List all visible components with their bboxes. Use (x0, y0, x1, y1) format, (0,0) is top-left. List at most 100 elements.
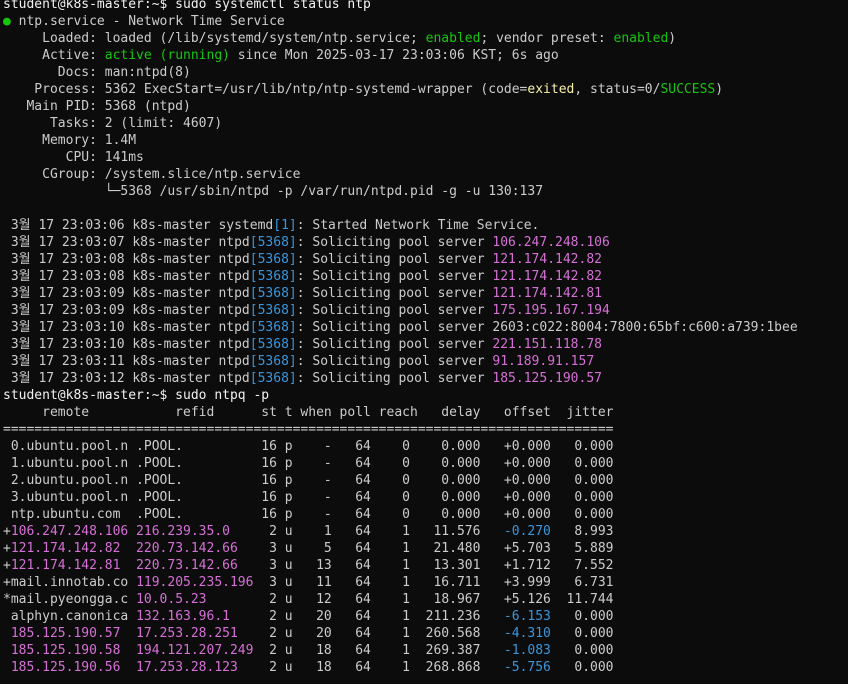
terminal-text: 2 u 1 64 1 11.576 (229, 524, 504, 539)
terminal-text: ntp.ubuntu.com .POOL. 16 p - 64 0 0.000 … (3, 507, 614, 522)
terminal-line: 185.125.190.58 194.121.207.249 2 u 18 64… (3, 642, 614, 659)
terminal-line: 3월 17 23:03:08 k8s-master ntpd[5368]: So… (3, 251, 602, 268)
terminal-text: 0.000 (550, 609, 614, 624)
terminal-text: ; vendor preset: (480, 31, 614, 46)
terminal-text: ntp.service - Network Time Service (10, 14, 285, 29)
terminal-text: alphyn.canonica (3, 609, 137, 624)
terminal-text: ● (3, 14, 11, 29)
terminal-text: 132.163.96.1 (136, 609, 230, 624)
terminal-line: 3월 17 23:03:06 k8s-master systemd[1]: St… (3, 217, 540, 234)
terminal-text: enabled (613, 31, 669, 46)
terminal-text: [5368] (249, 235, 297, 250)
terminal-text: , status=0/ (574, 82, 661, 97)
terminal-text: + (3, 524, 11, 539)
terminal-text: [5368] (249, 269, 297, 284)
terminal-line: 185.125.190.56 17.253.28.123 2 u 18 64 1… (3, 659, 614, 676)
terminal-text: CGroup: /system.slice/ntp.service (3, 167, 301, 182)
terminal-text: : Soliciting pool server (296, 252, 493, 267)
terminal-text: 121.174.142.82 (492, 269, 602, 284)
terminal-text: 3월 17 23:03:09 k8s-master ntpd (3, 303, 250, 318)
terminal-text: 121.174.142.81 (492, 286, 602, 301)
terminal-line: CGroup: /system.slice/ntp.service (3, 166, 300, 183)
terminal-text: 121.174.142.81 220.73.142.66 (10, 558, 238, 573)
terminal-text: [5368] (249, 303, 297, 318)
terminal-text: 3월 17 23:03:06 k8s-master systemd (3, 218, 274, 233)
terminal-text: ) (715, 82, 724, 97)
terminal-text: 3.ubuntu.pool.n .POOL. 16 p - 64 0 0.000… (3, 490, 614, 505)
terminal-text: enabled (425, 31, 481, 46)
terminal-text: CPU: 141ms (3, 150, 144, 165)
terminal-line: 185.125.190.57 17.253.28.251 2 u 20 64 1… (3, 625, 614, 642)
terminal-text: 175.195.167.194 (492, 303, 610, 318)
terminal-text: 185.125.190.57 (492, 371, 602, 386)
terminal-text: 2 u 18 64 1 269.387 (253, 643, 504, 658)
terminal-text: -5.756 (503, 660, 551, 675)
terminal-text: 121.174.142.82 220.73.142.66 (10, 541, 238, 556)
terminal-line: +121.174.142.82 220.73.142.66 3 u 5 64 1… (3, 540, 614, 557)
terminal-text: Loaded: loaded (/lib/systemd/system/ntp.… (3, 31, 426, 46)
terminal-text: : Started Network Time Service. (296, 218, 540, 233)
terminal-text: [1] (273, 218, 297, 233)
terminal-line: alphyn.canonica 132.163.96.1 2 u 20 64 1… (3, 608, 614, 625)
terminal-text: [5368] (249, 320, 297, 335)
terminal-text: 119.205.235.196 (136, 575, 254, 590)
terminal-text: 8.993 (550, 524, 614, 539)
terminal-line: +106.247.248.106 216.239.35.0 2 u 1 64 1… (3, 523, 614, 540)
terminal-line: 3월 17 23:03:10 k8s-master ntpd[5368]: So… (3, 319, 798, 336)
terminal-text: 2 u 20 64 1 260.568 (237, 626, 504, 641)
terminal-text: 3월 17 23:03:10 k8s-master ntpd (3, 337, 250, 352)
terminal-text: 3 u 11 64 1 16.711 +3.999 6.731 (253, 575, 614, 590)
terminal-line: CPU: 141ms (3, 149, 144, 166)
terminal-text: SUCCESS (660, 82, 716, 97)
terminal-text: [5368] (249, 354, 297, 369)
terminal-text: : Soliciting pool server (296, 371, 493, 386)
terminal-text: [5368] (249, 286, 297, 301)
terminal-line: student@k8s-master:~$ sudo ntpq -p (3, 387, 269, 404)
terminal-text: exited (527, 82, 575, 97)
terminal-text: : Soliciting pool server (296, 354, 493, 369)
terminal-text: -0.270 (503, 524, 551, 539)
terminal-text: +mail.innotab.co (3, 575, 137, 590)
terminal-line: 3월 17 23:03:08 k8s-master ntpd[5368]: So… (3, 268, 602, 285)
terminal-text: since Mon 2025-03-17 23:03:06 KST; 6s ag… (229, 48, 559, 63)
terminal-text: 1.ubuntu.pool.n .POOL. 16 p - 64 0 0.000… (3, 456, 614, 471)
terminal-text: [5368] (249, 371, 297, 386)
terminal-text: 3월 17 23:03:12 k8s-master ntpd (3, 371, 250, 386)
terminal-line: 0.ubuntu.pool.n .POOL. 16 p - 64 0 0.000… (3, 438, 614, 455)
terminal-line: 3월 17 23:03:09 k8s-master ntpd[5368]: So… (3, 302, 610, 319)
terminal-text: *mail.pyeongga.c (3, 592, 137, 607)
terminal-line: Main PID: 5368 (ntpd) (3, 98, 191, 115)
terminal-text: : Soliciting pool server (296, 269, 493, 284)
terminal-text: 185.125.190.58 194.121.207.249 (10, 643, 254, 658)
terminal-text: Docs: man:ntpd(8) (3, 65, 191, 80)
terminal-window[interactable]: student@k8s-master:~$ sudo systemctl sta… (0, 0, 848, 684)
terminal-text: 121.174.142.82 (492, 252, 602, 267)
terminal-text: remote refid st t when poll reach delay … (3, 405, 614, 420)
terminal-line: 3월 17 23:03:11 k8s-master ntpd[5368]: So… (3, 353, 594, 370)
terminal-text: ========================================… (3, 422, 614, 437)
terminal-text: 2.ubuntu.pool.n .POOL. 16 p - 64 0 0.000… (3, 473, 614, 488)
terminal-text: 3월 17 23:03:08 k8s-master ntpd (3, 252, 250, 267)
terminal-text: 0.000 (550, 643, 614, 658)
terminal-text: 3월 17 23:03:07 k8s-master ntpd (3, 235, 250, 250)
terminal-text: Main PID: 5368 (ntpd) (3, 99, 191, 114)
terminal-text: 0.ubuntu.pool.n .POOL. 16 p - 64 0 0.000… (3, 439, 614, 454)
terminal-text: 2 u 18 64 1 268.868 (237, 660, 504, 675)
terminal-text: 185.125.190.57 17.253.28.251 (10, 626, 238, 641)
terminal-text: + (3, 541, 11, 556)
terminal-text: : Soliciting pool server (296, 303, 493, 318)
terminal-line: 3월 17 23:03:09 k8s-master ntpd[5368]: So… (3, 285, 602, 302)
terminal-text: 3월 17 23:03:09 k8s-master ntpd (3, 286, 250, 301)
terminal-text: └─5368 /usr/sbin/ntpd -p /var/run/ntpd.p… (3, 184, 544, 199)
terminal-line: 3월 17 23:03:10 k8s-master ntpd[5368]: So… (3, 336, 602, 353)
terminal-line: +121.174.142.81 220.73.142.66 3 u 13 64 … (3, 557, 614, 574)
terminal-text: : Soliciting pool server (296, 235, 493, 250)
terminal-line: Docs: man:ntpd(8) (3, 64, 191, 81)
terminal-text: + (3, 558, 11, 573)
terminal-line: *mail.pyeongga.c 10.0.5.23 2 u 12 64 1 1… (3, 591, 614, 608)
terminal-text: 221.151.118.78 (492, 337, 602, 352)
terminal-text: Process: 5362 ExecStart=/usr/lib/ntp/ntp… (3, 82, 528, 97)
terminal-line: Active: active (running) since Mon 2025-… (3, 47, 559, 64)
